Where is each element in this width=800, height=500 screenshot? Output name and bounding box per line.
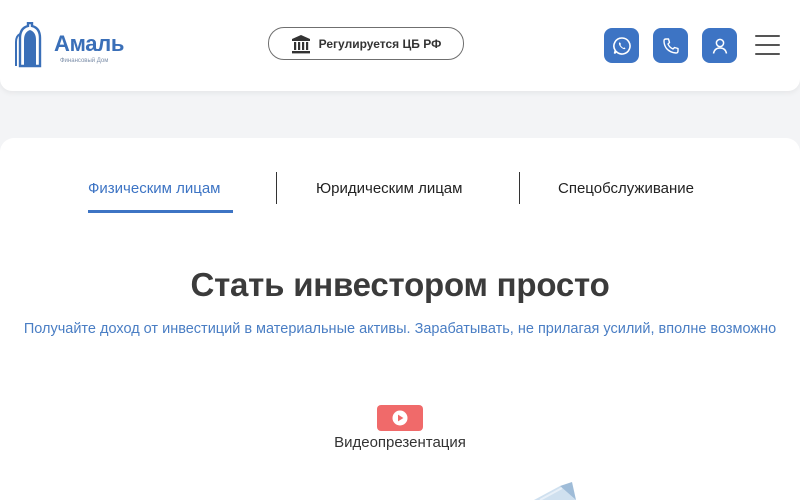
regulated-label: Регулируется ЦБ РФ (318, 36, 442, 51)
video-play-button[interactable] (377, 405, 423, 431)
logo-building-icon (15, 21, 42, 68)
whatsapp-button[interactable] (604, 28, 639, 63)
regulated-badge-button[interactable]: Регулируется ЦБ РФ (268, 27, 464, 60)
menu-line (755, 44, 780, 46)
hamburger-menu-icon[interactable] (755, 35, 780, 55)
user-account-button[interactable] (702, 28, 737, 63)
whatsapp-icon (612, 36, 631, 55)
hero-title: Стать инвестором просто (190, 266, 610, 303)
hero-subtitle: Получайте доход от инвестиций в материал… (23, 321, 777, 337)
tab-individuals[interactable]: Физическим лицам (88, 180, 221, 197)
user-icon (712, 38, 727, 54)
brand-name: Амаль (54, 31, 125, 56)
tab-special-service[interactable]: Спецобслуживание (558, 180, 694, 197)
main-card: Физическим лицам Юридическим лицам Спецо… (0, 138, 800, 500)
phone-button[interactable] (653, 28, 688, 63)
tab-divider (519, 172, 520, 204)
bank-icon (291, 34, 310, 53)
menu-line (755, 35, 780, 37)
illustration-corner (534, 482, 576, 500)
tab-divider (276, 172, 277, 204)
active-tab-indicator (88, 210, 233, 213)
play-icon (392, 410, 408, 426)
video-presentation-label[interactable]: Видеопрезентация (0, 434, 800, 451)
brand-subtitle: Финансовый Дом (60, 58, 109, 64)
tab-legal-entities[interactable]: Юридическим лицам (316, 180, 462, 197)
audience-tabs: Физическим лицам Юридическим лицам Спецо… (0, 138, 800, 218)
menu-line (755, 53, 780, 55)
phone-icon (662, 37, 679, 54)
site-header: Амаль Финансовый Дом Регулируется ЦБ РФ (0, 0, 800, 91)
brand-logo[interactable]: Амаль Финансовый Дом (14, 21, 132, 68)
